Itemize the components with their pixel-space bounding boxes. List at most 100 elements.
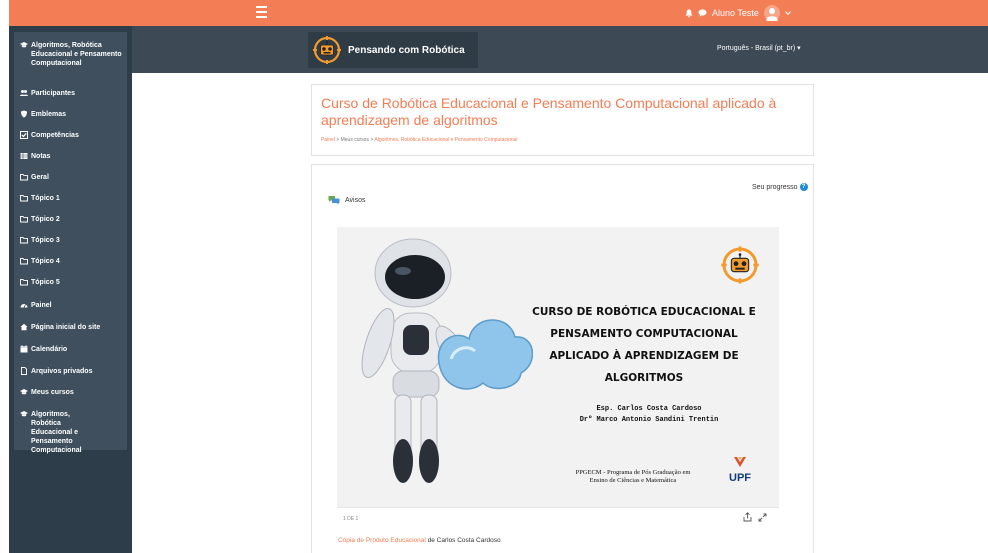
breadcrumb-item-meus-cursos[interactable]: Meus cursos [341, 137, 369, 143]
user-name[interactable]: Aluno Teste [712, 8, 759, 18]
top-navbar: Aluno Teste [9, 0, 988, 26]
page-title: Curso de Robótica Educacional e Pensamen… [321, 95, 777, 128]
calendar-icon [20, 345, 28, 353]
slide-title-line: APLICADO À APRENDIZAGEM DE [549, 350, 739, 362]
folder-icon [20, 194, 28, 202]
program-name: PPGECM - Programa de Pós Graduação em En… [573, 469, 693, 485]
sidebar-item-emblemas[interactable]: Emblemas [20, 110, 124, 119]
shield-icon [20, 110, 28, 118]
user-menu-area: Aluno Teste [685, 4, 791, 22]
sidebar-item-painel[interactable]: Painel [20, 301, 124, 310]
site-brand[interactable]: Pensando com Robótica [308, 32, 478, 68]
table-icon [20, 152, 28, 160]
sidebar-item-label: Tópico 2 [31, 216, 60, 223]
breadcrumb: Painel > Meus cursos > Algoritmos, Robót… [321, 137, 518, 143]
sidebar-item-topico-5[interactable]: Tópico 5 [20, 278, 124, 287]
sidebar-item-competencias[interactable]: Competências [20, 131, 124, 140]
sidebar-item-label: Notas [31, 153, 51, 160]
breadcrumb-separator: > [370, 137, 374, 143]
sidebar-item-label: Algoritmos, Robótica Educacional e Pensa… [31, 42, 122, 67]
sidebar-item-topico-3[interactable]: Tópico 3 [20, 236, 124, 245]
folder-icon [20, 257, 28, 265]
sidebar-item-label: Meus cursos [31, 389, 74, 396]
fullscreen-icon[interactable] [758, 513, 767, 522]
sidebar-item-label: Tópico 5 [31, 279, 60, 286]
robot-illustration [361, 238, 533, 483]
sidebar-item-topico-2[interactable]: Tópico 2 [20, 215, 124, 224]
sidebar-item-meus-cursos[interactable]: Meus cursos [20, 388, 124, 397]
sidebar-item-label: Tópico 4 [31, 258, 60, 265]
graduation-cap-icon [20, 388, 28, 396]
sidebar-item-label: Tópico 1 [31, 195, 60, 202]
chevron-down-icon: ▾ [797, 45, 801, 52]
sidebar-item-geral[interactable]: Geral [20, 173, 124, 182]
home-icon [20, 323, 28, 331]
breadcrumb-separator: > [336, 137, 340, 143]
attribution-link[interactable]: Cópia de Produto Educacional [338, 537, 426, 544]
bell-icon[interactable] [685, 9, 693, 18]
window-frame [0, 0, 9, 553]
share-icon[interactable] [743, 512, 752, 522]
slide-toolbar: 1 DE 1 [337, 507, 779, 530]
page-indicator: 1 DE 1 [343, 516, 359, 522]
user-avatar-icon[interactable] [763, 5, 780, 21]
upf-logo: UPF [723, 455, 757, 484]
menu-toggle-icon[interactable] [256, 6, 267, 18]
author-2: Drº Marco Antonio Sandini Trentin [579, 416, 719, 424]
sidebar-item-label: Participantes [31, 90, 75, 97]
check-square-icon [20, 131, 28, 139]
course-header-card: Curso de Robótica Educacional e Pensamen… [311, 84, 814, 156]
sidebar-item-arquivos-privados[interactable]: Arquivos privados [20, 367, 124, 376]
slide-title: CURSO DE ROBÓTICA EDUCACIONAL E PENSAMEN… [517, 301, 771, 389]
sidebar-item-current-course[interactable]: Algoritmos, Robótica Educacional e Pensa… [20, 410, 100, 455]
course-content-card: Seu progresso ? Avisos CURSO DE ROBÓTICA… [311, 164, 814, 553]
slide-title-line: CURSO DE ROBÓTICA EDUCACIONAL E [532, 306, 756, 318]
dashboard-icon [20, 301, 28, 309]
program-line-2: Ensino de Ciências e Matemática [589, 477, 677, 484]
progress-label: Seu progresso [752, 183, 798, 191]
author-1: Esp. Carlos Costa Cardoso [596, 405, 702, 413]
sidebar-item-pagina-inicial[interactable]: Página inicial do site [20, 323, 124, 332]
help-icon[interactable]: ? [799, 183, 808, 191]
robot-logo-icon [721, 246, 759, 284]
robot-logo-icon [313, 36, 341, 64]
slide-actions [743, 512, 767, 522]
folder-icon [20, 173, 28, 181]
sidebar-item-notas[interactable]: Notas [20, 152, 124, 161]
sidebar-item-label: Emblemas [31, 111, 67, 118]
page-header: Pensando com Robótica Português - Brasil… [132, 26, 988, 73]
forum-icon [328, 196, 340, 205]
slide-title-line: ALGORITMOS [604, 372, 684, 384]
sidebar-item-topico-4[interactable]: Tópico 4 [20, 257, 124, 266]
sidebar-item-label: Arquivos privados [31, 368, 93, 375]
program-line-1: PPGECM - Programa de Pós Graduação em [575, 469, 691, 476]
folder-icon [20, 215, 28, 223]
sidebar-item-course[interactable]: Algoritmos, Robótica Educacional e Pensa… [20, 41, 124, 68]
forum-label[interactable]: Avisos [345, 197, 366, 204]
sidebar-item-label: Tópico 3 [31, 237, 60, 244]
folder-icon [20, 278, 28, 286]
sidebar-item-participantes[interactable]: Participantes [20, 89, 124, 98]
nav-drawer: Algoritmos, Robótica Educacional e Pensa… [14, 32, 127, 454]
forum-activity[interactable]: Avisos [328, 195, 366, 205]
sidebar-item-label: Página inicial do site [31, 324, 101, 331]
upf-logo-text: UPF [729, 472, 751, 484]
site-title[interactable]: Pensando com Robótica [348, 45, 465, 56]
language-selector[interactable]: Português - Brasil (pt_br) ▾ [717, 44, 801, 52]
chevron-down-icon[interactable] [784, 11, 791, 15]
language-label: Português - Brasil (pt_br) [717, 45, 796, 52]
sidebar-item-label: Algoritmos, Robótica Educacional e Pensa… [31, 411, 82, 454]
slide-authors: Esp. Carlos Costa Cardoso Drº Marco Anto… [517, 404, 781, 426]
chat-icon[interactable] [698, 9, 707, 17]
sidebar-item-calendario[interactable]: Calendário [20, 345, 124, 354]
sidebar-item-label: Calendário [31, 346, 68, 353]
sidebar-item-label: Competências [31, 132, 79, 139]
sidebar-item-topico-1[interactable]: Tópico 1 [20, 194, 124, 203]
breadcrumb-item-course[interactable]: Algoritmos, Robótica Educacional e Pensa… [374, 137, 517, 143]
graduation-cap-icon [20, 41, 28, 49]
presentation-slide[interactable]: CURSO DE ROBÓTICA EDUCACIONAL E PENSAMEN… [337, 227, 779, 507]
graduation-cap-icon [20, 410, 28, 418]
breadcrumb-item-painel[interactable]: Painel [321, 137, 335, 143]
progress-indicator: Seu progresso ? [752, 183, 808, 191]
sidebar-item-label: Painel [31, 302, 52, 309]
